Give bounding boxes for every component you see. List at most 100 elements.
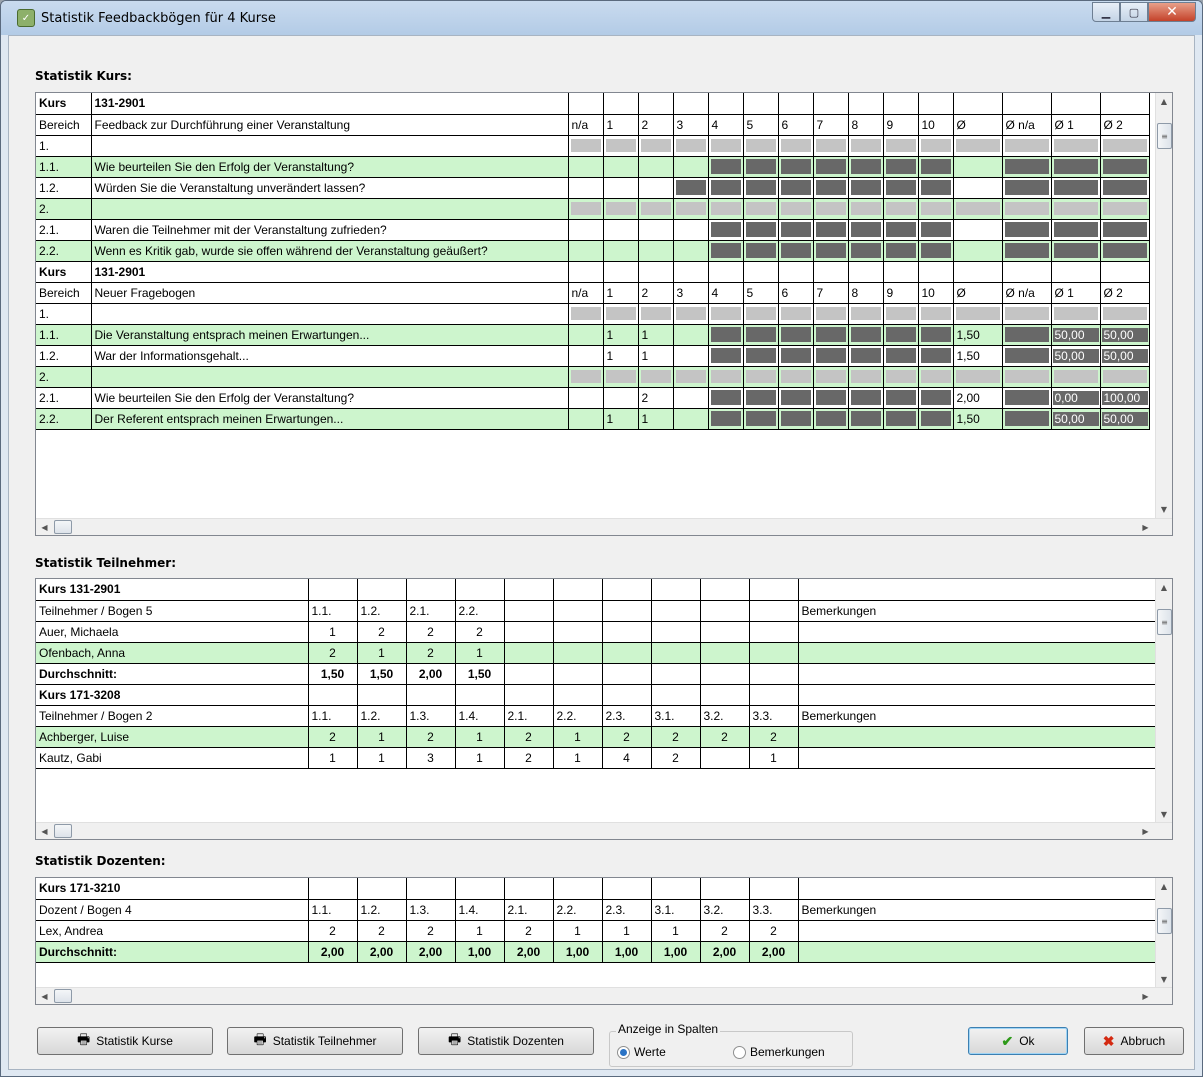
scroll-down-icon[interactable]: ▼ (1156, 806, 1172, 823)
printer-icon: 🖶 (77, 1031, 91, 1047)
scroll-down-icon[interactable]: ▼ (1156, 501, 1172, 518)
question-row[interactable]: 2.2. Wenn es Kritik gab, wurde sie offen … (36, 240, 1150, 262)
bemerkungen-cell[interactable] (798, 941, 1159, 963)
kurs-vertical-scrollbar[interactable]: ▲ ≡ ▼ (1155, 93, 1172, 518)
minimize-button[interactable]: ▁ (1092, 2, 1120, 22)
person-row[interactable]: Auer, Michaela 1 2 2 2 (36, 621, 1159, 643)
disabled-cell-dark (1004, 180, 1049, 195)
disabled-cell-dark (780, 411, 811, 426)
bereich-row[interactable]: Bereich Neuer Fragebogen n/a 1 2 3 4 5 6 7 8 9 10 Ø Ø … (36, 282, 1150, 304)
question-row[interactable]: 1.2. War der Informationsgehalt... 1 1 1,50 5… (36, 345, 1150, 367)
value-cell (1051, 156, 1101, 178)
disabled-cell-dark (850, 327, 881, 342)
bemerkungen-cell[interactable] (798, 747, 1159, 769)
scroll-right-icon[interactable]: ▶ (1137, 519, 1154, 535)
disabled-cell-dark (815, 243, 846, 258)
hscroll-thumb[interactable] (54, 520, 72, 534)
question-row[interactable]: 1.2. Würden Sie die Veranstaltung unverän… (36, 177, 1150, 199)
scroll-up-icon[interactable]: ▲ (1156, 878, 1172, 895)
percent-value: 50,00 (1052, 411, 1099, 426)
bemerkungen-cell[interactable] (798, 621, 1159, 643)
kurs-number: 131-2901 (91, 261, 569, 283)
person-row[interactable]: Durchschnitt: 1,50 1,50 2,00 1,50 (36, 663, 1159, 685)
scroll-left-icon[interactable]: ◀ (36, 988, 53, 1004)
answer-value (700, 747, 750, 769)
empty-cell (603, 93, 639, 115)
bemerkungen-cell[interactable] (798, 920, 1159, 942)
value-cell: 1 (638, 324, 674, 346)
disabled-cell-dark (920, 390, 951, 405)
radio-werte[interactable]: Werte (617, 1045, 666, 1059)
question-row[interactable]: 2. (36, 366, 1150, 388)
column-header: 6 (778, 114, 814, 136)
ok-button[interactable]: ✔ Ok (968, 1027, 1068, 1055)
question-row[interactable]: 1. (36, 135, 1150, 157)
question-row[interactable]: 1.1. Wie beurteilen Sie den Erfolg der Ve… (36, 156, 1150, 178)
maximize-button[interactable]: ▢ (1120, 2, 1148, 22)
disabled-cell-light (675, 307, 706, 320)
value-cell (813, 366, 849, 388)
scroll-left-icon[interactable]: ◀ (36, 519, 53, 535)
kurs-header-row[interactable]: Kurs 131-2901 (36, 579, 1159, 601)
kurs-horizontal-scrollbar[interactable]: ◀ ▶ (36, 518, 1172, 535)
person-row[interactable]: Kautz, Gabi 1 1 3 1 2 1 4 2 1 (36, 747, 1159, 769)
question-row[interactable]: 2.1. Wie beurteilen Sie den Erfolg der Ve… (36, 387, 1150, 409)
scroll-thumb[interactable]: ≡ (1157, 908, 1172, 934)
question-row[interactable]: 1. (36, 303, 1150, 325)
hscroll-thumb[interactable] (54, 824, 72, 838)
teilnehmer-vertical-scrollbar[interactable]: ▲ ≡ ▼ (1155, 579, 1172, 823)
kurs-header-row[interactable]: Kurs 171-3210 (36, 878, 1159, 900)
disabled-cell-dark (745, 348, 776, 363)
empty-cell (638, 261, 674, 283)
bemerkungen-cell[interactable] (798, 642, 1159, 664)
disabled-cell-light (780, 307, 811, 320)
question-column-header (700, 600, 750, 622)
close-button[interactable]: ✕ (1148, 2, 1196, 22)
statistik-kurse-button[interactable]: 🖶 Statistik Kurse (37, 1027, 213, 1055)
question-row[interactable]: 2. (36, 198, 1150, 220)
kurs-grid[interactable]: Kurs 131-2901 Bereich Feedback zur Durchfüh… (35, 92, 1173, 536)
question-row[interactable]: 1.1. Die Veranstaltung entsprach meinen E… (36, 324, 1150, 346)
kurs-header-row[interactable]: Kurs 131-2901 (36, 93, 1150, 115)
teilnehmer-grid[interactable]: Kurs 131-2901 Teilnehmer / Bogen 5 1.1. 1.2… (35, 578, 1173, 840)
scroll-down-icon[interactable]: ▼ (1156, 971, 1172, 988)
teilnehmer-horizontal-scrollbar[interactable]: ◀ ▶ (36, 822, 1172, 839)
radio-bemerkungen[interactable]: Bemerkungen (733, 1045, 825, 1059)
scroll-right-icon[interactable]: ▶ (1137, 988, 1154, 1004)
abbruch-button[interactable]: ✖ Abbruch (1084, 1027, 1184, 1055)
dozenten-grid[interactable]: Kurs 171-3210 Dozent / Bogen 4 1.1. 1.2. 1.3… (35, 877, 1173, 1005)
scroll-right-icon[interactable]: ▶ (1137, 823, 1154, 839)
title-bar[interactable]: ✓ Statistik Feedbackbögen für 4 Kurse ▁ … (1, 1, 1202, 35)
person-row[interactable]: Lex, Andrea 2 2 2 1 2 1 1 1 2 2 (36, 920, 1159, 942)
bemerkungen-cell[interactable] (798, 663, 1159, 685)
scroll-left-icon[interactable]: ◀ (36, 823, 53, 839)
question-row[interactable]: 2.1. Waren die Teilnehmer mit der Veranst… (36, 219, 1150, 241)
subheader-row[interactable]: Dozent / Bogen 4 1.1. 1.2. 1.3. 1.4. 2.1. 2.2.… (36, 899, 1159, 921)
dozenten-vertical-scrollbar[interactable]: ▲ ≡ ▼ (1155, 878, 1172, 988)
bemerkungen-header: Bemerkungen (798, 600, 1159, 622)
scroll-thumb[interactable]: ≡ (1157, 609, 1172, 635)
scroll-thumb[interactable]: ≡ (1157, 123, 1172, 149)
dozenten-horizontal-scrollbar[interactable]: ◀ ▶ (36, 987, 1172, 1004)
subheader-row[interactable]: Teilnehmer / Bogen 2 1.1. 1.2. 1.3. 1.4. 2.1.… (36, 705, 1159, 727)
hscroll-thumb[interactable] (54, 989, 72, 1003)
statistik-teilnehmer-button[interactable]: 🖶 Statistik Teilnehmer (227, 1027, 403, 1055)
column-header: 5 (743, 114, 779, 136)
disabled-cell-light (1102, 202, 1147, 215)
scroll-up-icon[interactable]: ▲ (1156, 579, 1172, 596)
column-header: 10 (918, 114, 954, 136)
subheader-row[interactable]: Teilnehmer / Bogen 5 1.1. 1.2. 2.1. 2.2. Beme… (36, 600, 1159, 622)
bereich-row[interactable]: Bereich Feedback zur Durchführung einer V… (36, 114, 1150, 136)
bemerkungen-cell[interactable] (798, 726, 1159, 748)
person-row[interactable]: Ofenbach, Anna 2 1 2 1 (36, 642, 1159, 664)
person-row[interactable]: Durchschnitt: 2,00 2,00 2,00 1,00 2,00 1,00 1,0… (36, 941, 1159, 963)
scroll-up-icon[interactable]: ▲ (1156, 93, 1172, 110)
person-row[interactable]: Achberger, Luise 2 1 2 1 2 1 2 2 2 2 (36, 726, 1159, 748)
kurs-header-row[interactable]: Kurs 131-2901 (36, 261, 1150, 283)
question-text: Wie beurteilen Sie den Erfolg der Verans… (91, 387, 569, 409)
empty-cell (1100, 93, 1150, 115)
disabled-cell-dark (710, 159, 741, 174)
question-row[interactable]: 2.2. Der Referent entsprach meinen Erwart… (36, 408, 1150, 430)
statistik-dozenten-button[interactable]: 🖶 Statistik Dozenten (418, 1027, 594, 1055)
kurs-header-row[interactable]: Kurs 171-3208 (36, 684, 1159, 706)
